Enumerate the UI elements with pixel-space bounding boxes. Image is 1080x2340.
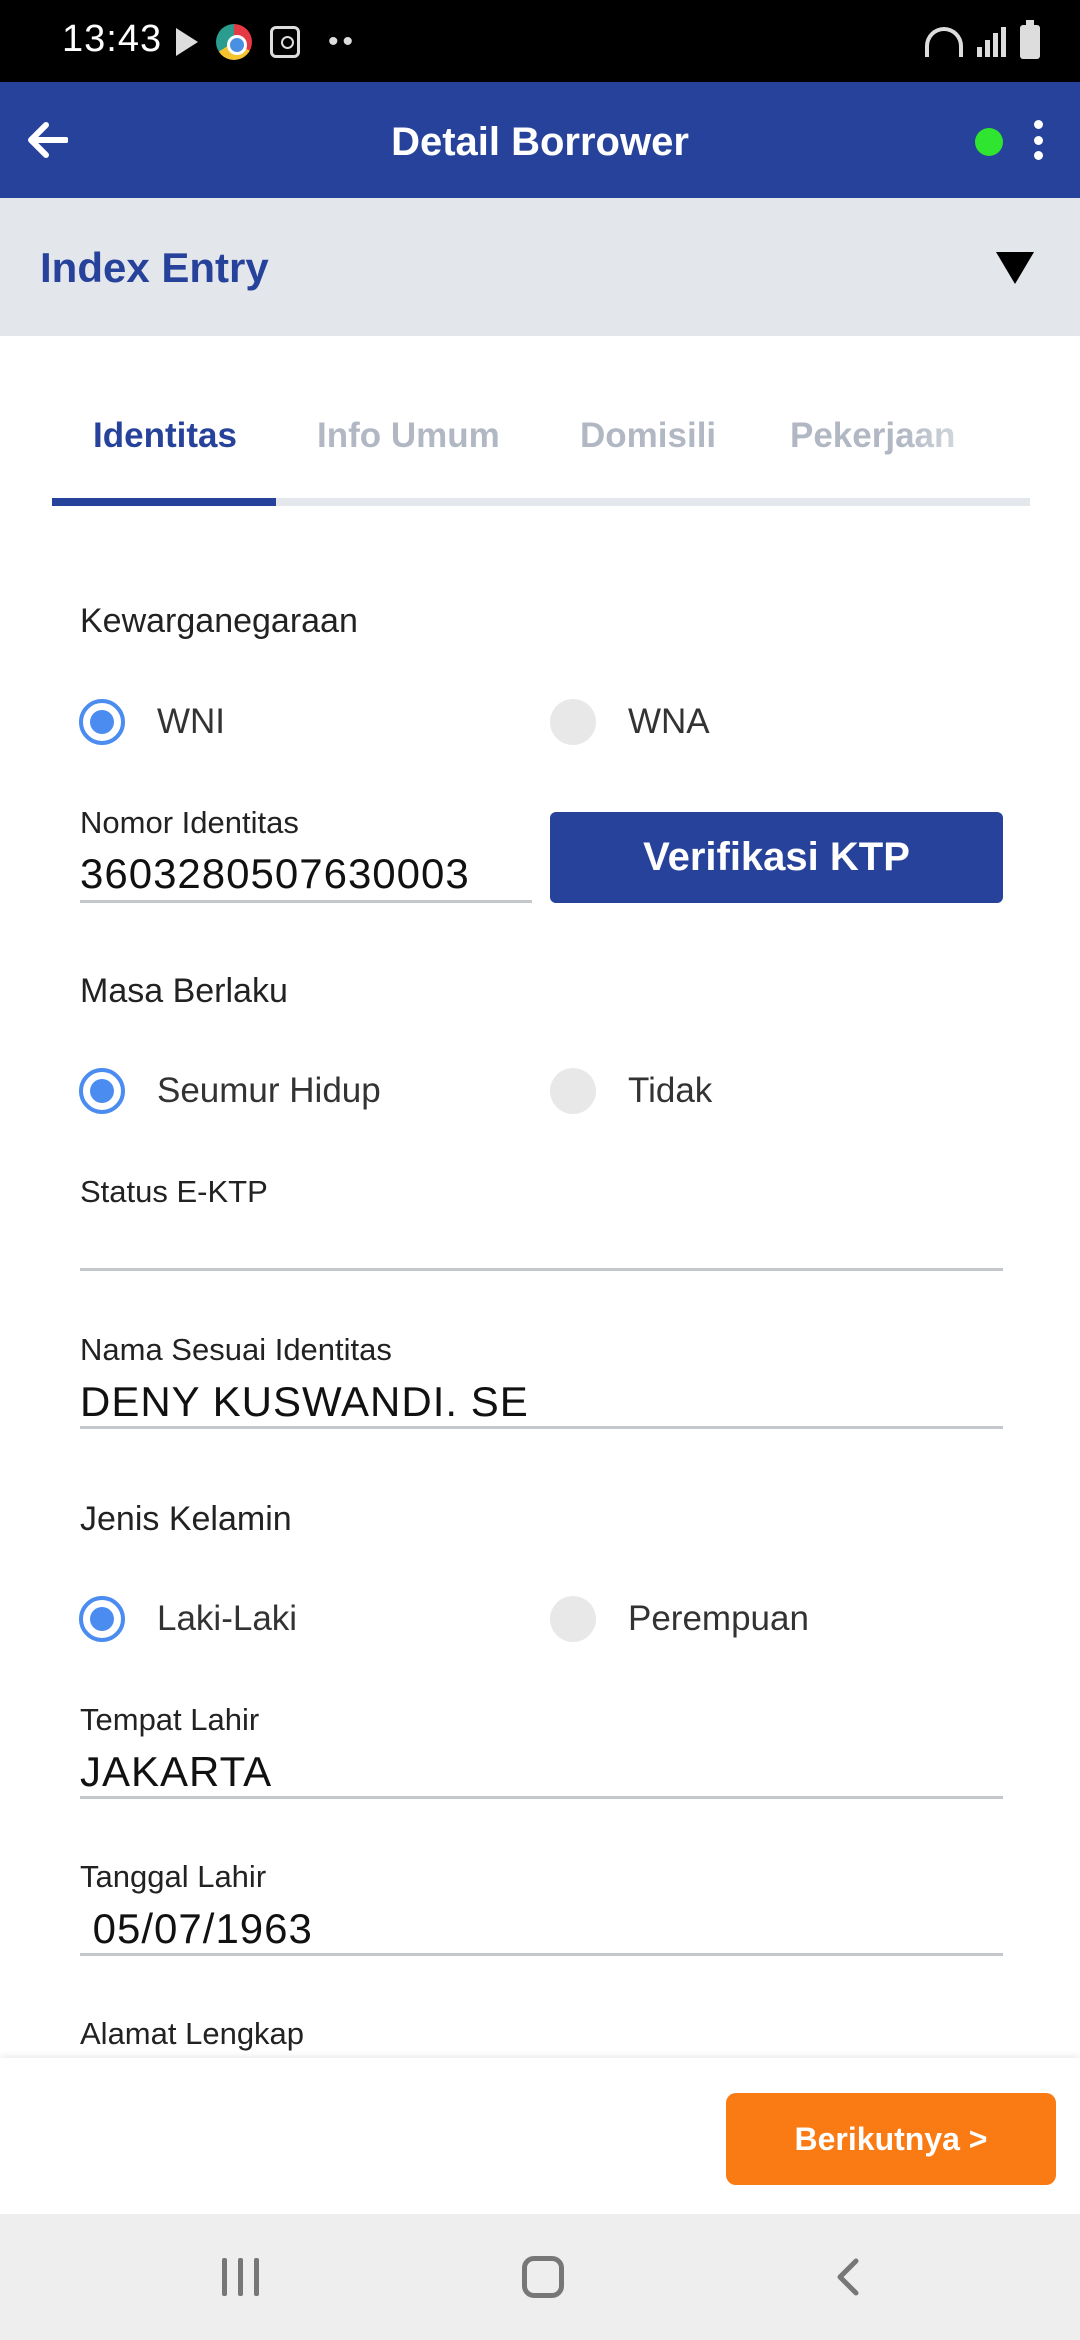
nav-back-icon[interactable] [830, 2258, 868, 2296]
battery-icon [1020, 20, 1040, 59]
tab-active-indicator [52, 498, 276, 506]
next-button[interactable]: Berikutnya > [726, 2093, 1056, 2185]
radio-seumur-hidup[interactable] [79, 1068, 125, 1114]
page-title: Detail Borrower [391, 120, 689, 164]
app-header: Detail Borrower [0, 82, 1080, 198]
verifikasi-ktp-button[interactable]: Verifikasi KTP [550, 812, 1003, 903]
chrome-icon [216, 24, 252, 60]
section-title: Index Entry [40, 244, 269, 291]
status-bar: 13:43 •• [0, 0, 1080, 82]
radio-perempuan[interactable] [550, 1596, 596, 1642]
status-ektp-underline [80, 1268, 1003, 1271]
system-icons [925, 20, 1040, 62]
tanggal-lahir-underline [80, 1953, 1003, 1956]
status-time: 13:43 [62, 18, 163, 60]
clock-app-icon [270, 26, 300, 58]
nomor-identitas-input[interactable]: 3603280507630003 [80, 850, 470, 898]
tab-identitas[interactable]: Identitas [93, 416, 237, 456]
notification-icons: •• [176, 22, 357, 62]
tempat-lahir-label: Tempat Lahir [80, 1702, 260, 1737]
masa-berlaku-label: Masa Berlaku [80, 972, 288, 1010]
nama-label: Nama Sesuai Identitas [80, 1332, 392, 1367]
radio-wna[interactable] [550, 699, 596, 745]
radio-wni-label: WNI [157, 702, 226, 741]
tanggal-lahir-input[interactable]: 05/07/1963 [80, 1905, 313, 1953]
section-header[interactable]: Index Entry [0, 198, 1080, 336]
online-status-indicator [975, 128, 1003, 156]
wifi-icon [925, 27, 963, 57]
nomor-identitas-underline [80, 900, 532, 903]
home-icon[interactable] [522, 2256, 564, 2298]
tempat-lahir-input[interactable]: JAKARTA [80, 1748, 272, 1796]
tab-bar: Identitas Info Umum Domisili Pekerjaan [52, 400, 1030, 510]
play-store-icon [176, 28, 198, 56]
tanggal-lahir-label: Tanggal Lahir [80, 1859, 267, 1894]
nama-input[interactable]: DENY KUSWANDI. SE [80, 1378, 529, 1426]
radio-wna-label: WNA [628, 702, 710, 741]
radio-laki-laki-label: Laki-Laki [157, 1599, 298, 1638]
signal-icon [977, 27, 1006, 57]
bottom-action-bar: Berikutnya > [0, 2058, 1080, 2214]
kebab-menu-icon[interactable] [1030, 120, 1046, 160]
tab-domisili[interactable]: Domisili [580, 416, 716, 456]
nomor-identitas-label: Nomor Identitas [80, 805, 299, 840]
radio-laki-laki[interactable] [79, 1596, 125, 1642]
caret-down-icon[interactable] [996, 252, 1034, 284]
tab-overflow-fade [902, 400, 1030, 490]
tab-info-umum[interactable]: Info Umum [317, 416, 500, 456]
jenis-kelamin-label: Jenis Kelamin [80, 1500, 292, 1538]
system-nav-bar [0, 2214, 1080, 2340]
recents-icon[interactable] [222, 2258, 259, 2296]
radio-seumur-hidup-label: Seumur Hidup [157, 1071, 381, 1110]
alamat-label: Alamat Lengkap [80, 2016, 305, 2051]
tempat-lahir-underline [80, 1796, 1003, 1799]
radio-perempuan-label: Perempuan [628, 1599, 809, 1638]
nama-underline [80, 1426, 1003, 1429]
status-ektp-label: Status E-KTP [80, 1174, 268, 1209]
radio-tidak[interactable] [550, 1068, 596, 1114]
more-notifications-icon: •• [328, 25, 358, 58]
radio-tidak-label: Tidak [628, 1071, 713, 1110]
radio-wni[interactable] [79, 699, 125, 745]
kewarganegaraan-label: Kewarganegaraan [80, 602, 358, 640]
